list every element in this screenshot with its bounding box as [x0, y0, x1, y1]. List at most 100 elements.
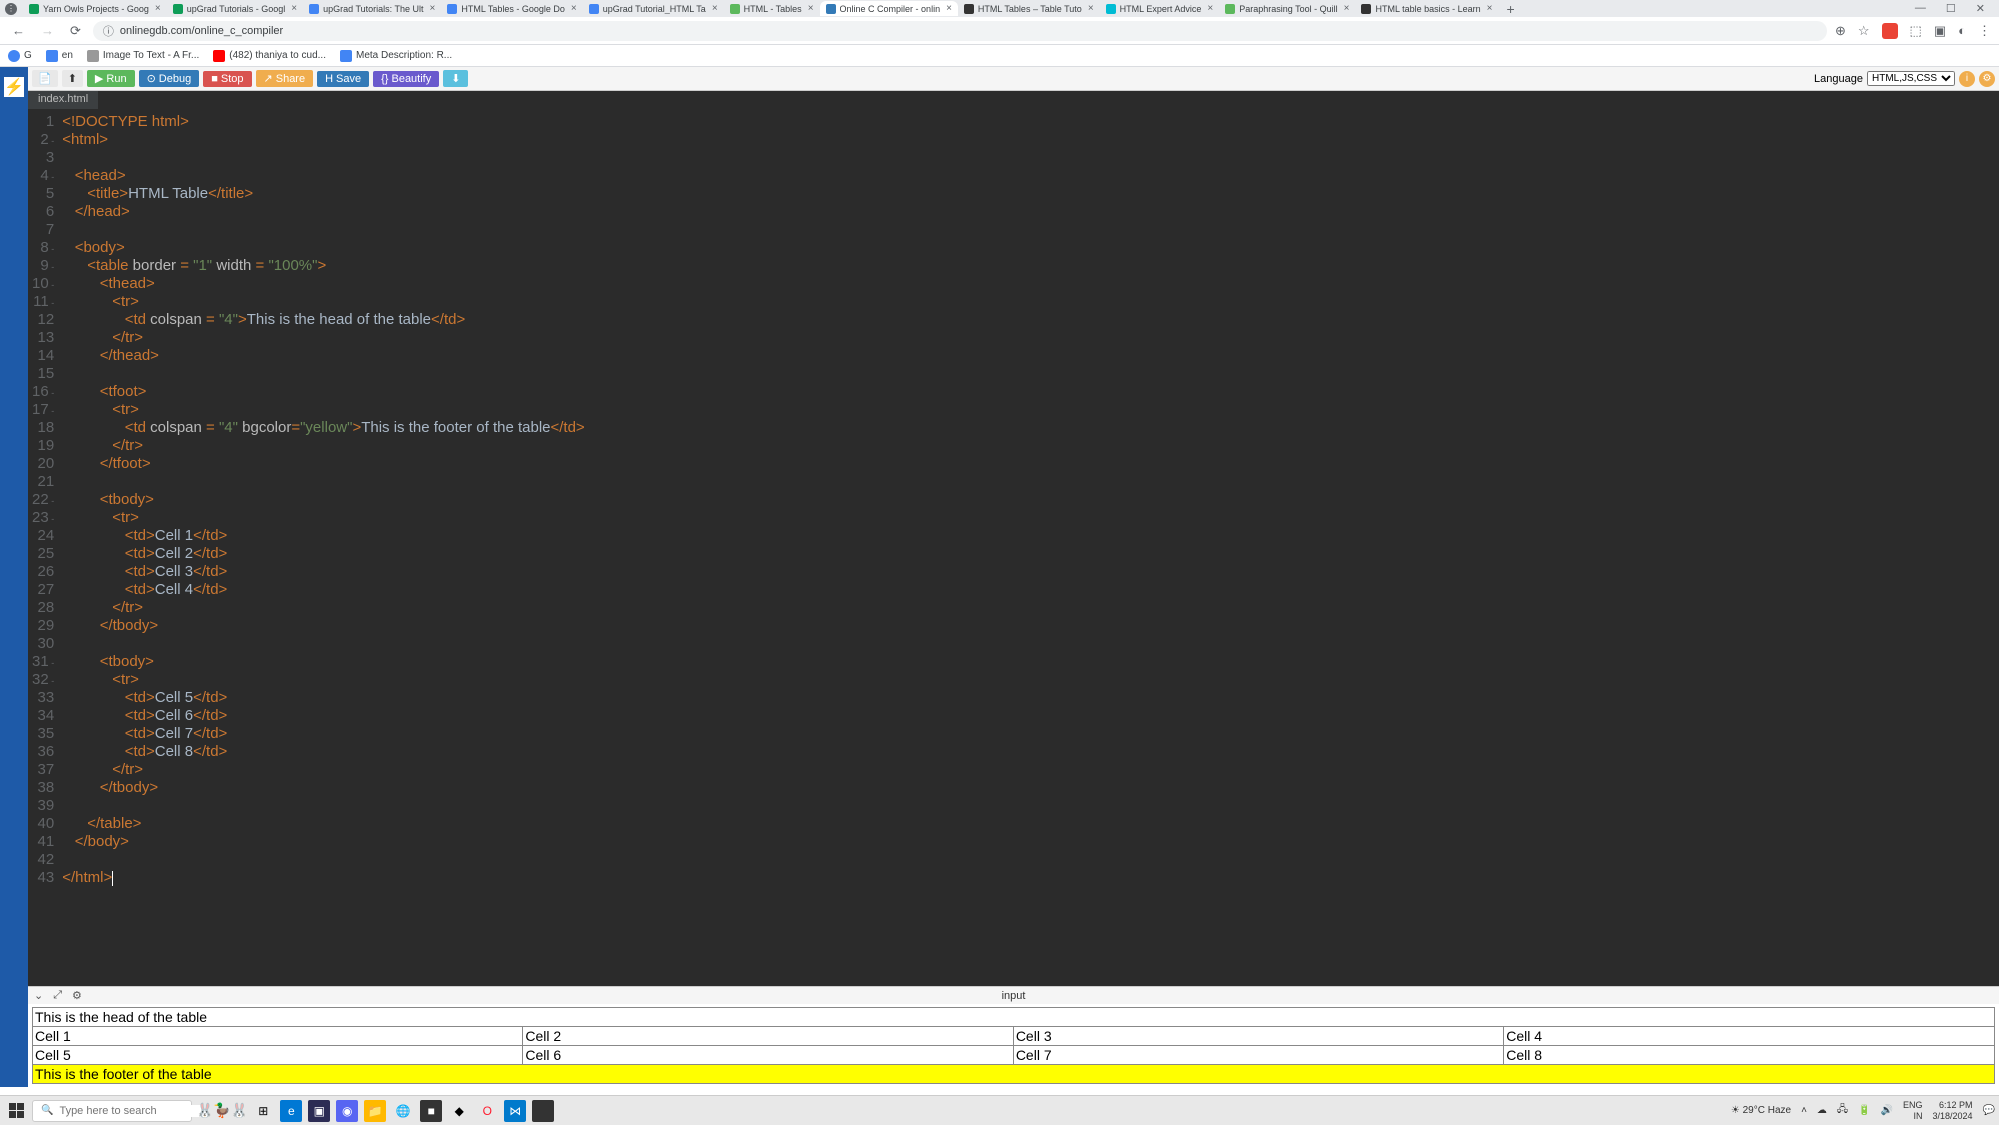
- browser-tab[interactable]: Yarn Owls Projects - Goog×: [23, 1, 167, 16]
- explorer-icon[interactable]: 📁: [364, 1100, 386, 1122]
- profile-icon[interactable]: ◐: [1958, 23, 1966, 38]
- onedrive-icon[interactable]: ☁: [1817, 1105, 1827, 1116]
- bookmarks-bar: G en Image To Text - A Fr... (482) thaniya…: [0, 45, 1999, 67]
- windows-logo-icon: [9, 1103, 24, 1118]
- minimize-button[interactable]: —: [1915, 2, 1926, 15]
- browser-tab[interactable]: HTML - Tables×: [724, 1, 820, 16]
- file-tab-index[interactable]: index.html: [28, 91, 98, 109]
- browser-tab[interactable]: HTML table basics - Learn×: [1355, 1, 1498, 16]
- start-button[interactable]: [4, 1099, 28, 1123]
- zoom-icon[interactable]: ⊕: [1835, 23, 1846, 39]
- output-table: This is the head of the table Cell 1Cell…: [32, 1007, 1995, 1084]
- browser-tab[interactable]: HTML Tables – Table Tuto×: [958, 1, 1100, 16]
- browser-tab[interactable]: upGrad Tutorials: The Ult×: [303, 1, 441, 16]
- expand-output-button[interactable]: ⤢: [53, 989, 62, 1002]
- tab-close-icon[interactable]: ×: [946, 3, 952, 14]
- tab-close-icon[interactable]: ×: [155, 3, 161, 14]
- clock[interactable]: 6:12 PM3/18/2024: [1933, 1100, 1973, 1122]
- ide-toolbar: 📄 ⬆ ▶ Run ⊙ Debug ■ Stop ↗ Share H Save …: [28, 67, 1999, 91]
- output-label: input: [1002, 990, 1026, 1002]
- settings-button[interactable]: ⚙: [1979, 71, 1995, 87]
- tab-close-icon[interactable]: ×: [1207, 3, 1213, 14]
- back-button[interactable]: ←: [8, 23, 29, 38]
- bookmark-item[interactable]: Image To Text - A Fr...: [87, 50, 199, 62]
- app-icon-4[interactable]: [532, 1100, 554, 1122]
- language-label: Language: [1814, 73, 1863, 85]
- battery-icon[interactable]: 🔋: [1858, 1105, 1870, 1116]
- info-button[interactable]: i: [1959, 71, 1975, 87]
- side-rail: ⚡: [0, 67, 28, 1087]
- collapse-output-button[interactable]: ⌄: [34, 989, 43, 1002]
- language-select[interactable]: HTML,JS,CSS: [1867, 71, 1955, 86]
- browser-tab[interactable]: upGrad Tutorial_HTML Ta×: [583, 1, 724, 16]
- url-input[interactable]: ⓘ onlinegdb.com/online_c_compiler: [93, 21, 1827, 41]
- side-panel-icon[interactable]: ▣: [1934, 23, 1946, 39]
- search-input[interactable]: [59, 1105, 201, 1117]
- network-icon[interactable]: 🖧: [1837, 1102, 1848, 1119]
- windows-taskbar: 🔍 🐰🦆🐰 ⊞ e ▣ ◉ 📁 🌐 ■ ◆ O ⋈ ☀ 29°C Haze ˄ …: [0, 1095, 1999, 1125]
- maximize-button[interactable]: ☐: [1946, 2, 1956, 15]
- beautify-button[interactable]: {} Beautify: [373, 71, 439, 87]
- tab-close-icon[interactable]: ×: [571, 3, 577, 14]
- run-button[interactable]: ▶ Run: [87, 70, 135, 87]
- chrome-menu-icon[interactable]: ⋮: [5, 3, 17, 15]
- weather-widget[interactable]: ☀ 29°C Haze: [1731, 1105, 1791, 1116]
- taskbar-decoration: 🐰🦆🐰: [196, 1102, 248, 1119]
- app-icon-1[interactable]: ▣: [308, 1100, 330, 1122]
- bookmark-star-icon[interactable]: ☆: [1858, 23, 1870, 39]
- app-icon-2[interactable]: ■: [420, 1100, 442, 1122]
- tab-close-icon[interactable]: ×: [291, 3, 297, 14]
- output-head: This is the head of the table: [33, 1008, 1995, 1027]
- browser-tab[interactable]: HTML Tables - Google Do×: [441, 1, 582, 16]
- browser-tabs: ⋮ Yarn Owls Projects - Goog×upGrad Tutor…: [0, 0, 1999, 17]
- bookmark-item[interactable]: (482) thaniya to cud...: [213, 50, 326, 62]
- opera-icon[interactable]: O: [476, 1100, 498, 1122]
- tab-close-icon[interactable]: ×: [712, 3, 718, 14]
- code-editor[interactable]: 1234567891011121314151617181920212223242…: [28, 109, 1999, 986]
- url-text: onlinegdb.com/online_c_compiler: [120, 25, 283, 37]
- debug-button[interactable]: ⊙ Debug: [139, 70, 200, 87]
- lightning-icon[interactable]: ⚡: [4, 77, 24, 97]
- tab-close-icon[interactable]: ×: [1344, 3, 1350, 14]
- forward-button[interactable]: →: [37, 23, 58, 38]
- chrome-taskbar-icon[interactable]: 🌐: [392, 1100, 414, 1122]
- download-button[interactable]: ⬇: [443, 70, 468, 87]
- output-settings-button[interactable]: ⚙: [72, 989, 82, 1002]
- tab-close-icon[interactable]: ×: [1088, 3, 1094, 14]
- browser-tab[interactable]: HTML Expert Advice×: [1100, 1, 1220, 16]
- browser-tab[interactable]: upGrad Tutorials - Googl×: [167, 1, 303, 16]
- site-info-icon[interactable]: ⓘ: [103, 23, 114, 39]
- discord-icon[interactable]: ◉: [336, 1100, 358, 1122]
- bookmark-item[interactable]: Meta Description: R...: [340, 50, 452, 62]
- task-view-button[interactable]: ⊞: [252, 1100, 274, 1122]
- bookmark-item[interactable]: en: [46, 50, 73, 62]
- tab-close-icon[interactable]: ×: [430, 3, 436, 14]
- upload-button[interactable]: ⬆: [62, 70, 83, 87]
- tab-close-icon[interactable]: ×: [1487, 3, 1493, 14]
- vscode-icon[interactable]: ⋈: [504, 1100, 526, 1122]
- save-button[interactable]: H Save: [317, 71, 369, 87]
- reload-button[interactable]: ⟳: [66, 23, 85, 39]
- new-file-button[interactable]: 📄: [32, 70, 58, 87]
- tray-chevron-icon[interactable]: ˄: [1801, 1105, 1807, 1116]
- share-button[interactable]: ↗ Share: [256, 70, 314, 87]
- app-icon-3[interactable]: ◆: [448, 1100, 470, 1122]
- extension-icon[interactable]: [1882, 23, 1898, 39]
- bookmark-google[interactable]: G: [8, 50, 32, 62]
- new-tab-button[interactable]: +: [1501, 1, 1521, 17]
- volume-icon[interactable]: 🔊: [1881, 1105, 1893, 1116]
- browser-tab[interactable]: Online C Compiler - onlin×: [820, 1, 958, 16]
- edge-icon[interactable]: e: [280, 1100, 302, 1122]
- browser-tab[interactable]: Paraphrasing Tool - Quill×: [1219, 1, 1355, 16]
- language-indicator[interactable]: ENGIN: [1903, 1100, 1923, 1122]
- taskbar-search[interactable]: 🔍: [32, 1100, 192, 1122]
- stop-button[interactable]: ■ Stop: [203, 71, 251, 87]
- table-row: Cell 1Cell 2Cell 3Cell 4: [33, 1027, 1995, 1046]
- tab-close-icon[interactable]: ×: [808, 3, 814, 14]
- ide-container: ⚡ 📄 ⬆ ▶ Run ⊙ Debug ■ Stop ↗ Share H Sav…: [0, 67, 1999, 1087]
- extensions-puzzle-icon[interactable]: ⬚: [1910, 23, 1922, 39]
- notifications-icon[interactable]: 💬: [1983, 1105, 1995, 1116]
- search-icon: 🔍: [41, 1105, 53, 1116]
- close-window-button[interactable]: ✕: [1976, 2, 1985, 15]
- chrome-menu-button[interactable]: ⋮: [1978, 23, 1991, 39]
